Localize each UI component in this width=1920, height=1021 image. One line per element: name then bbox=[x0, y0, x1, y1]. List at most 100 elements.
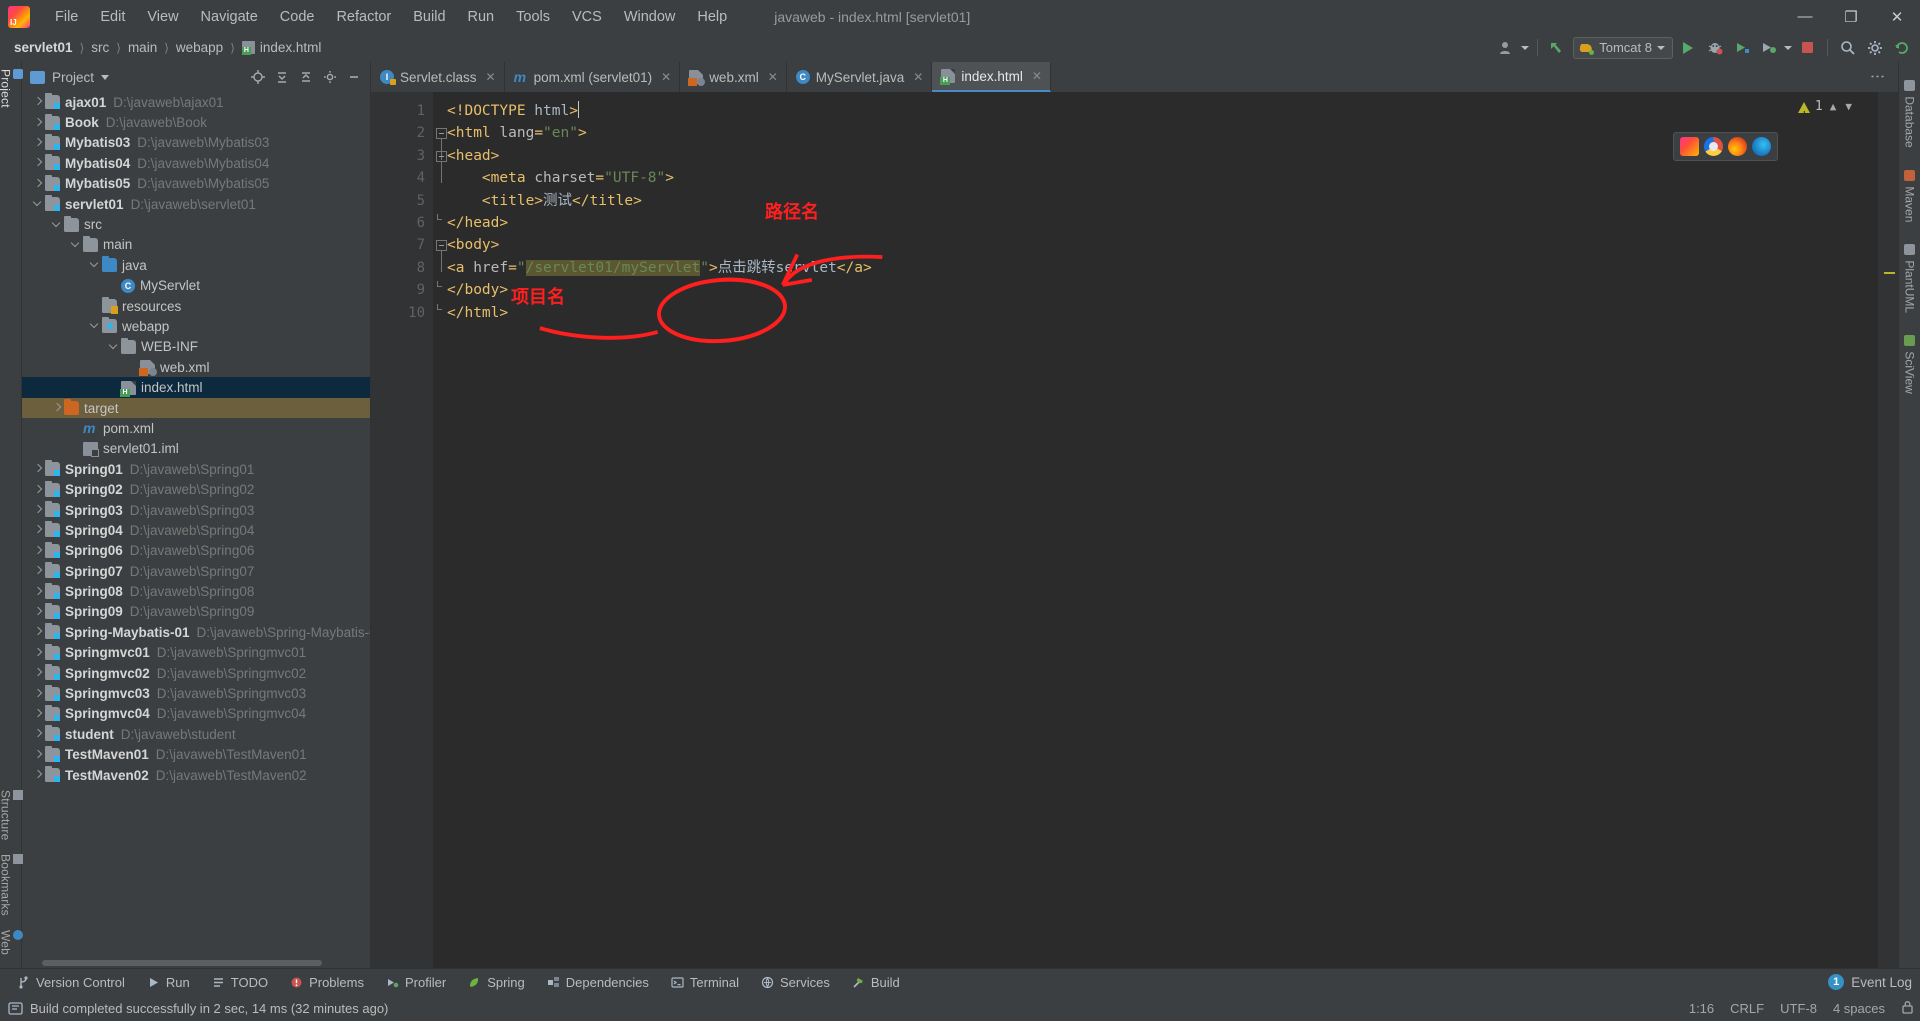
editor-tab-myservlet-java[interactable]: MyServlet.java ✕ bbox=[787, 62, 933, 92]
chevron-right-icon[interactable] bbox=[32, 728, 44, 740]
tree-row-main[interactable]: main bbox=[22, 235, 370, 255]
chevron-right-icon[interactable] bbox=[32, 606, 44, 618]
chevron-right-icon[interactable] bbox=[32, 484, 44, 496]
close-tab-icon[interactable]: ✕ bbox=[1032, 69, 1042, 83]
tree-row-book[interactable]: Book D:\javaweb\Book bbox=[22, 112, 370, 132]
chevron-down-icon[interactable] bbox=[89, 320, 101, 332]
menu-view[interactable]: View bbox=[136, 6, 189, 28]
gutter-line-5[interactable]: 5 bbox=[371, 190, 433, 212]
menu-edit[interactable]: Edit bbox=[89, 6, 136, 28]
menu-help[interactable]: Help bbox=[686, 6, 738, 28]
breadcrumb-index-html[interactable]: index.html bbox=[241, 40, 321, 55]
user-account-icon[interactable] bbox=[1494, 36, 1518, 59]
firefox-icon[interactable] bbox=[1728, 137, 1747, 156]
tree-row-servlet01[interactable]: servlet01 D:\javaweb\servlet01 bbox=[22, 194, 370, 214]
menu-refactor[interactable]: Refactor bbox=[325, 6, 402, 28]
event-log-area[interactable]: 1 Event Log bbox=[1828, 974, 1912, 990]
editor-tab-index-html[interactable]: index.html ✕ bbox=[932, 62, 1051, 92]
gutter-line-8[interactable]: 8 bbox=[371, 257, 433, 279]
sidebar-item-database[interactable]: Database bbox=[1900, 66, 1920, 156]
chevron-right-icon[interactable] bbox=[32, 545, 44, 557]
breadcrumb-main[interactable]: main bbox=[128, 40, 157, 55]
chevron-right-icon[interactable] bbox=[32, 96, 44, 108]
editor-tab-web-xml[interactable]: web.xml ✕ bbox=[680, 62, 787, 92]
tree-row-pom-xml[interactable]: m pom.xml bbox=[22, 418, 370, 438]
gutter-line-7[interactable]: 7 bbox=[371, 234, 447, 273]
bottom-tool-version-control[interactable]: Version Control bbox=[6, 975, 136, 990]
bottom-tool-dependencies[interactable]: Dependencies bbox=[536, 975, 660, 990]
bottom-tool-spring[interactable]: Spring bbox=[457, 975, 536, 990]
tree-row-spring08[interactable]: Spring08 D:\javaweb\Spring08 bbox=[22, 581, 370, 601]
warning-stripe-marker[interactable] bbox=[1884, 272, 1895, 274]
tree-row-spring06[interactable]: Spring06 D:\javaweb\Spring06 bbox=[22, 541, 370, 561]
tree-row-ajax01[interactable]: ajax01 D:\javaweb\ajax01 bbox=[22, 92, 370, 112]
locate-icon[interactable] bbox=[246, 65, 270, 89]
chevron-down-icon[interactable] bbox=[51, 219, 63, 231]
chevron-down-icon[interactable] bbox=[70, 239, 82, 251]
chevron-right-icon[interactable] bbox=[32, 137, 44, 149]
bottom-tool-build[interactable]: Build bbox=[841, 975, 911, 990]
chevron-right-icon[interactable] bbox=[32, 463, 44, 475]
chevron-right-icon[interactable] bbox=[32, 565, 44, 577]
chevron-right-icon[interactable] bbox=[51, 402, 63, 414]
stop-button[interactable] bbox=[1795, 36, 1819, 59]
gutter-line-10[interactable]: 10 bbox=[371, 302, 442, 324]
breadcrumb-servlet01[interactable]: servlet01 bbox=[14, 40, 73, 55]
chevron-right-icon[interactable] bbox=[32, 667, 44, 679]
chevron-right-icon[interactable] bbox=[32, 626, 44, 638]
green-arrow-icon[interactable] bbox=[1546, 36, 1570, 59]
chevron-right-icon[interactable] bbox=[32, 688, 44, 700]
tree-row-spring04[interactable]: Spring04 D:\javaweb\Spring04 bbox=[22, 520, 370, 540]
close-tab-icon[interactable]: ✕ bbox=[913, 70, 923, 84]
sidebar-item-sciview[interactable]: SciView bbox=[1900, 321, 1920, 402]
menu-tools[interactable]: Tools bbox=[505, 6, 561, 28]
chevron-right-icon[interactable] bbox=[32, 524, 44, 536]
tree-row-web-xml[interactable]: web.xml bbox=[22, 357, 370, 377]
menu-navigate[interactable]: Navigate bbox=[190, 6, 269, 28]
chevron-right-icon[interactable] bbox=[32, 647, 44, 659]
scrollbar-thumb[interactable] bbox=[42, 960, 322, 966]
chevron-right-icon[interactable] bbox=[32, 178, 44, 190]
minimize-button[interactable]: — bbox=[1782, 0, 1828, 33]
menu-vcs[interactable]: VCS bbox=[561, 6, 613, 28]
gutter-line-3[interactable]: 3 bbox=[371, 145, 447, 183]
tree-row-testmaven02[interactable]: TestMaven02 D:\javaweb\TestMaven02 bbox=[22, 765, 370, 785]
debug-button[interactable] bbox=[1703, 36, 1727, 59]
chevron-right-icon[interactable] bbox=[32, 157, 44, 169]
bottom-tool-services[interactable]: Services bbox=[750, 975, 841, 990]
tree-row-springmvc02[interactable]: Springmvc02 D:\javaweb\Springmvc02 bbox=[22, 663, 370, 683]
chevron-down-icon[interactable] bbox=[1521, 45, 1530, 50]
close-tab-icon[interactable]: ✕ bbox=[661, 70, 671, 84]
profiler-button[interactable] bbox=[1757, 36, 1781, 59]
gear-icon[interactable] bbox=[318, 65, 342, 89]
tree-row-springmvc01[interactable]: Springmvc01 D:\javaweb\Springmvc01 bbox=[22, 643, 370, 663]
code-content[interactable]: <!DOCTYPE html> <html lang="en"> <head> … bbox=[433, 92, 1878, 968]
editor-tab-pom-xml-servlet01-[interactable]: m pom.xml (servlet01) ✕ bbox=[505, 62, 681, 92]
chrome-icon[interactable] bbox=[1704, 137, 1723, 156]
sidebar-item-plantuml[interactable]: PlantUML bbox=[1900, 230, 1920, 321]
chevron-right-icon[interactable] bbox=[32, 708, 44, 720]
bottom-tool-problems[interactable]: Problems bbox=[279, 975, 375, 990]
chevron-down-icon[interactable] bbox=[101, 74, 110, 80]
line-separator[interactable]: CRLF bbox=[1730, 1001, 1764, 1016]
gear-icon[interactable] bbox=[1863, 36, 1887, 59]
chevron-down-icon[interactable] bbox=[1784, 45, 1792, 50]
tree-row-spring09[interactable]: Spring09 D:\javaweb\Spring09 bbox=[22, 602, 370, 622]
chevron-right-icon[interactable] bbox=[32, 769, 44, 781]
chevron-right-icon[interactable] bbox=[32, 586, 44, 598]
gutter-line-1[interactable]: 1 bbox=[371, 100, 433, 122]
intellij-browser-icon[interactable] bbox=[1680, 137, 1699, 156]
chevron-down-icon[interactable] bbox=[32, 198, 44, 210]
chevron-right-icon[interactable] bbox=[32, 117, 44, 129]
tree-row-spring-maybatis-01[interactable]: Spring-Maybatis-01 D:\javaweb\Spring-Mayb… bbox=[22, 622, 370, 642]
chevron-right-icon[interactable] bbox=[32, 504, 44, 516]
chevron-up-icon[interactable]: ▲ bbox=[1828, 96, 1839, 118]
run-configuration-selector[interactable]: Tomcat 8 bbox=[1573, 36, 1673, 59]
update-icon[interactable] bbox=[1890, 36, 1914, 59]
tree-row-spring02[interactable]: Spring02 D:\javaweb\Spring02 bbox=[22, 479, 370, 499]
tree-row-target[interactable]: target bbox=[22, 397, 370, 419]
tree-row-springmvc04[interactable]: Springmvc04 D:\javaweb\Springmvc04 bbox=[22, 704, 370, 724]
maximize-button[interactable]: ❐ bbox=[1828, 0, 1874, 33]
search-everywhere-icon[interactable] bbox=[1836, 36, 1860, 59]
tree-row-myservlet[interactable]: MyServlet bbox=[22, 276, 370, 296]
